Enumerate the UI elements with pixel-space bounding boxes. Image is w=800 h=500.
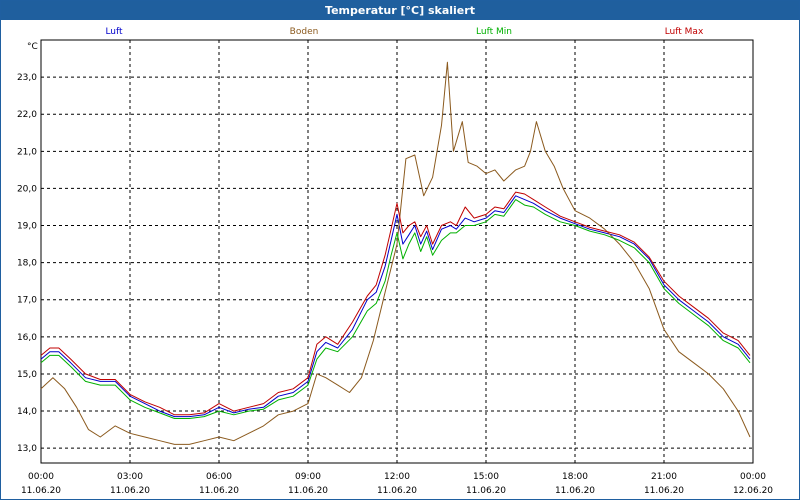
x-tick-time: 00:00 — [740, 472, 766, 482]
y-tick-label: 19,0 — [17, 222, 37, 232]
y-axis-label: °C — [27, 42, 38, 52]
x-tick-date: 11.06.20 — [21, 486, 61, 496]
x-tick-time: 03:00 — [117, 472, 143, 482]
y-tick-label: 16,0 — [17, 333, 37, 343]
y-tick-label: 18,0 — [17, 259, 37, 269]
legend-entry-luft-max: Luft Max — [665, 27, 704, 37]
legend-entry-luft-min: Luft Min — [476, 27, 512, 37]
chart-window: Temperatur [°C] skaliert Luft Boden Luft M… — [0, 0, 800, 500]
grid-lines — [41, 40, 753, 463]
y-tick-label: 23,0 — [17, 73, 37, 83]
x-tick-time: 18:00 — [562, 472, 588, 482]
x-tick-time: 15:00 — [473, 472, 499, 482]
temperature-chart: Luft Boden Luft Min Luft Max 13,0 14,0 15,0 16… — [17, 27, 773, 496]
legend: Luft Boden Luft Min Luft Max — [105, 27, 704, 37]
x-tick-time: 00:00 — [28, 472, 54, 482]
x-tick-date: 11.06.20 — [377, 486, 417, 496]
x-tick-date: 12.06.20 — [733, 486, 773, 496]
y-tick-label: 14,0 — [17, 407, 37, 417]
x-tick-date: 11.06.20 — [466, 486, 506, 496]
x-tick-time: 12:00 — [384, 472, 410, 482]
x-tick-labels: 00:00 11.06.20 03:00 11.06.20 06:00 11.06.20 0… — [21, 472, 773, 496]
legend-entry-boden: Boden — [290, 27, 319, 37]
x-tick-date: 11.06.20 — [199, 486, 239, 496]
x-tick-date: 11.06.20 — [110, 486, 150, 496]
y-tick-label: 17,0 — [17, 296, 37, 306]
x-tick-date: 11.06.20 — [555, 486, 595, 496]
x-tick-date: 11.06.20 — [288, 486, 328, 496]
y-tick-label: 21,0 — [17, 147, 37, 157]
x-tick-time: 21:00 — [651, 472, 677, 482]
series-line-luft-min — [40, 199, 751, 419]
y-tick-label: 15,0 — [17, 370, 37, 380]
series-group — [40, 61, 751, 445]
y-tick-label: 22,0 — [17, 110, 37, 120]
y-tick-label: 20,0 — [17, 184, 37, 194]
x-tick-time: 09:00 — [295, 472, 321, 482]
y-tick-labels: 13,0 14,0 15,0 16,0 17,0 18,0 19,0 20,0 21,0 22,0… — [17, 73, 37, 454]
x-tick-time: 06:00 — [206, 472, 232, 482]
y-tick-label: 13,0 — [17, 444, 37, 454]
series-line-luft — [40, 195, 751, 418]
legend-entry-luft: Luft — [105, 27, 123, 37]
x-tick-date: 11.06.20 — [644, 486, 684, 496]
